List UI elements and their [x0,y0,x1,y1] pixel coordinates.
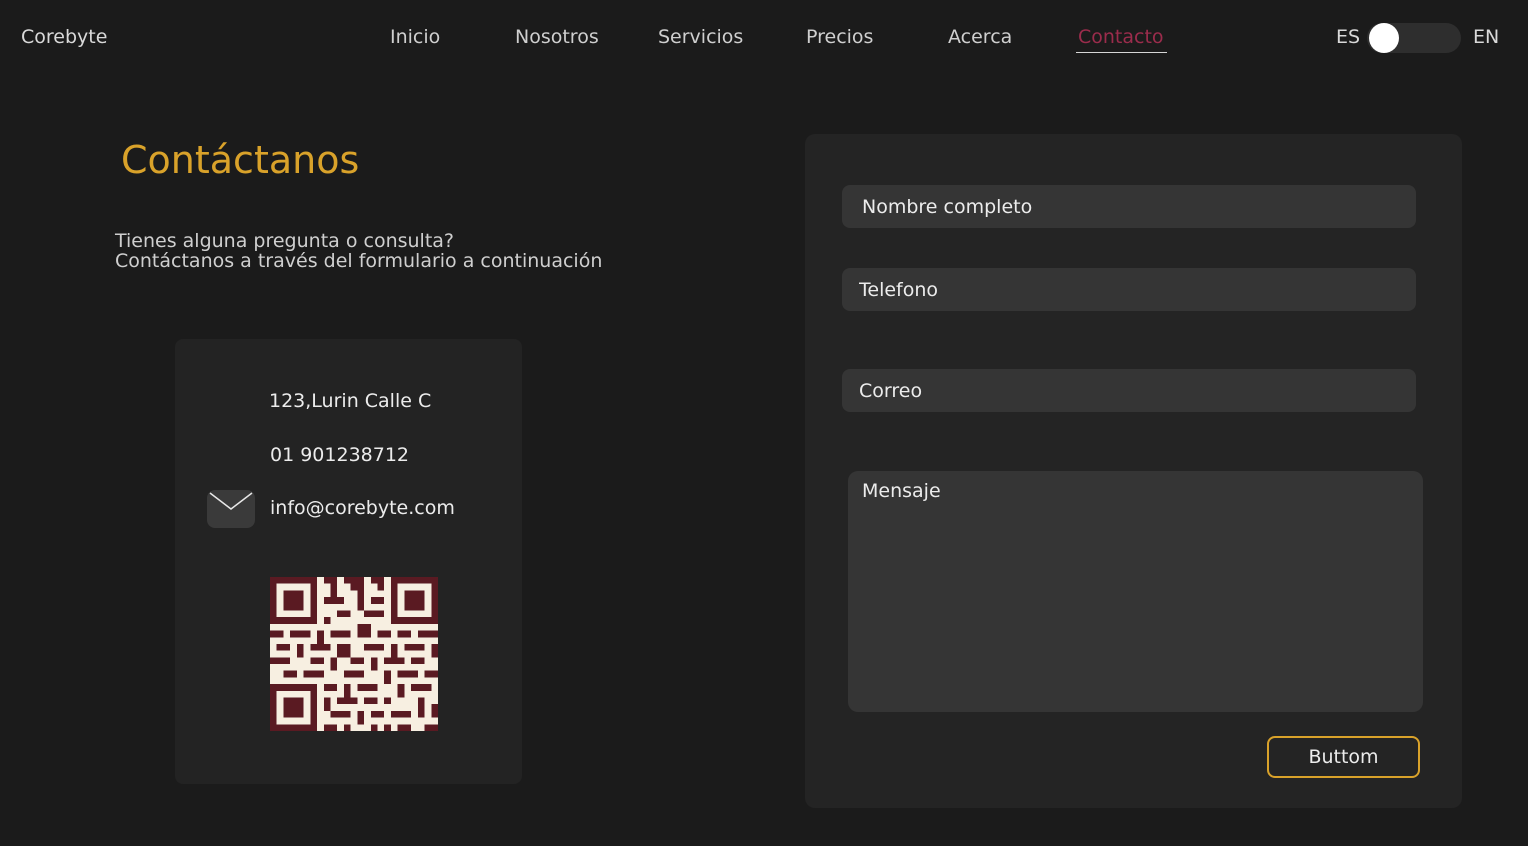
email-input[interactable] [842,369,1416,412]
nav-item-precios[interactable]: Precios [806,26,873,48]
intro-text: Tienes alguna pregunta o consulta? Contá… [115,231,602,271]
language-toggle[interactable] [1367,23,1461,53]
lang-label-en[interactable]: EN [1473,26,1499,48]
submit-button[interactable]: Buttom [1267,736,1420,778]
address-text: 123,Lurin Calle C [269,390,432,412]
qr-code-image [270,577,438,731]
lang-label-es[interactable]: ES [1336,26,1360,48]
nav-item-inicio[interactable]: Inicio [390,26,440,48]
message-textarea[interactable] [848,471,1423,712]
brand-logo-text[interactable]: Corebyte [21,26,107,48]
phone-input[interactable] [842,268,1416,311]
nav-item-servicios[interactable]: Servicios [658,26,743,48]
nav-item-nosotros[interactable]: Nosotros [515,26,599,48]
language-toggle-knob[interactable] [1369,23,1399,53]
nav-item-acerca[interactable]: Acerca [948,26,1012,48]
intro-line-2: Contáctanos a través del formulario a co… [115,250,603,272]
active-nav-underline [1076,52,1167,53]
page-title: Contáctanos [121,138,360,182]
phone-text: 01 901238712 [270,444,410,466]
nav-item-contacto[interactable]: Contacto [1078,26,1164,48]
email-text[interactable]: info@corebyte.com [270,497,455,519]
envelope-icon [207,490,255,528]
intro-line-1: Tienes alguna pregunta o consulta? [115,230,455,252]
full-name-input[interactable] [842,185,1416,228]
